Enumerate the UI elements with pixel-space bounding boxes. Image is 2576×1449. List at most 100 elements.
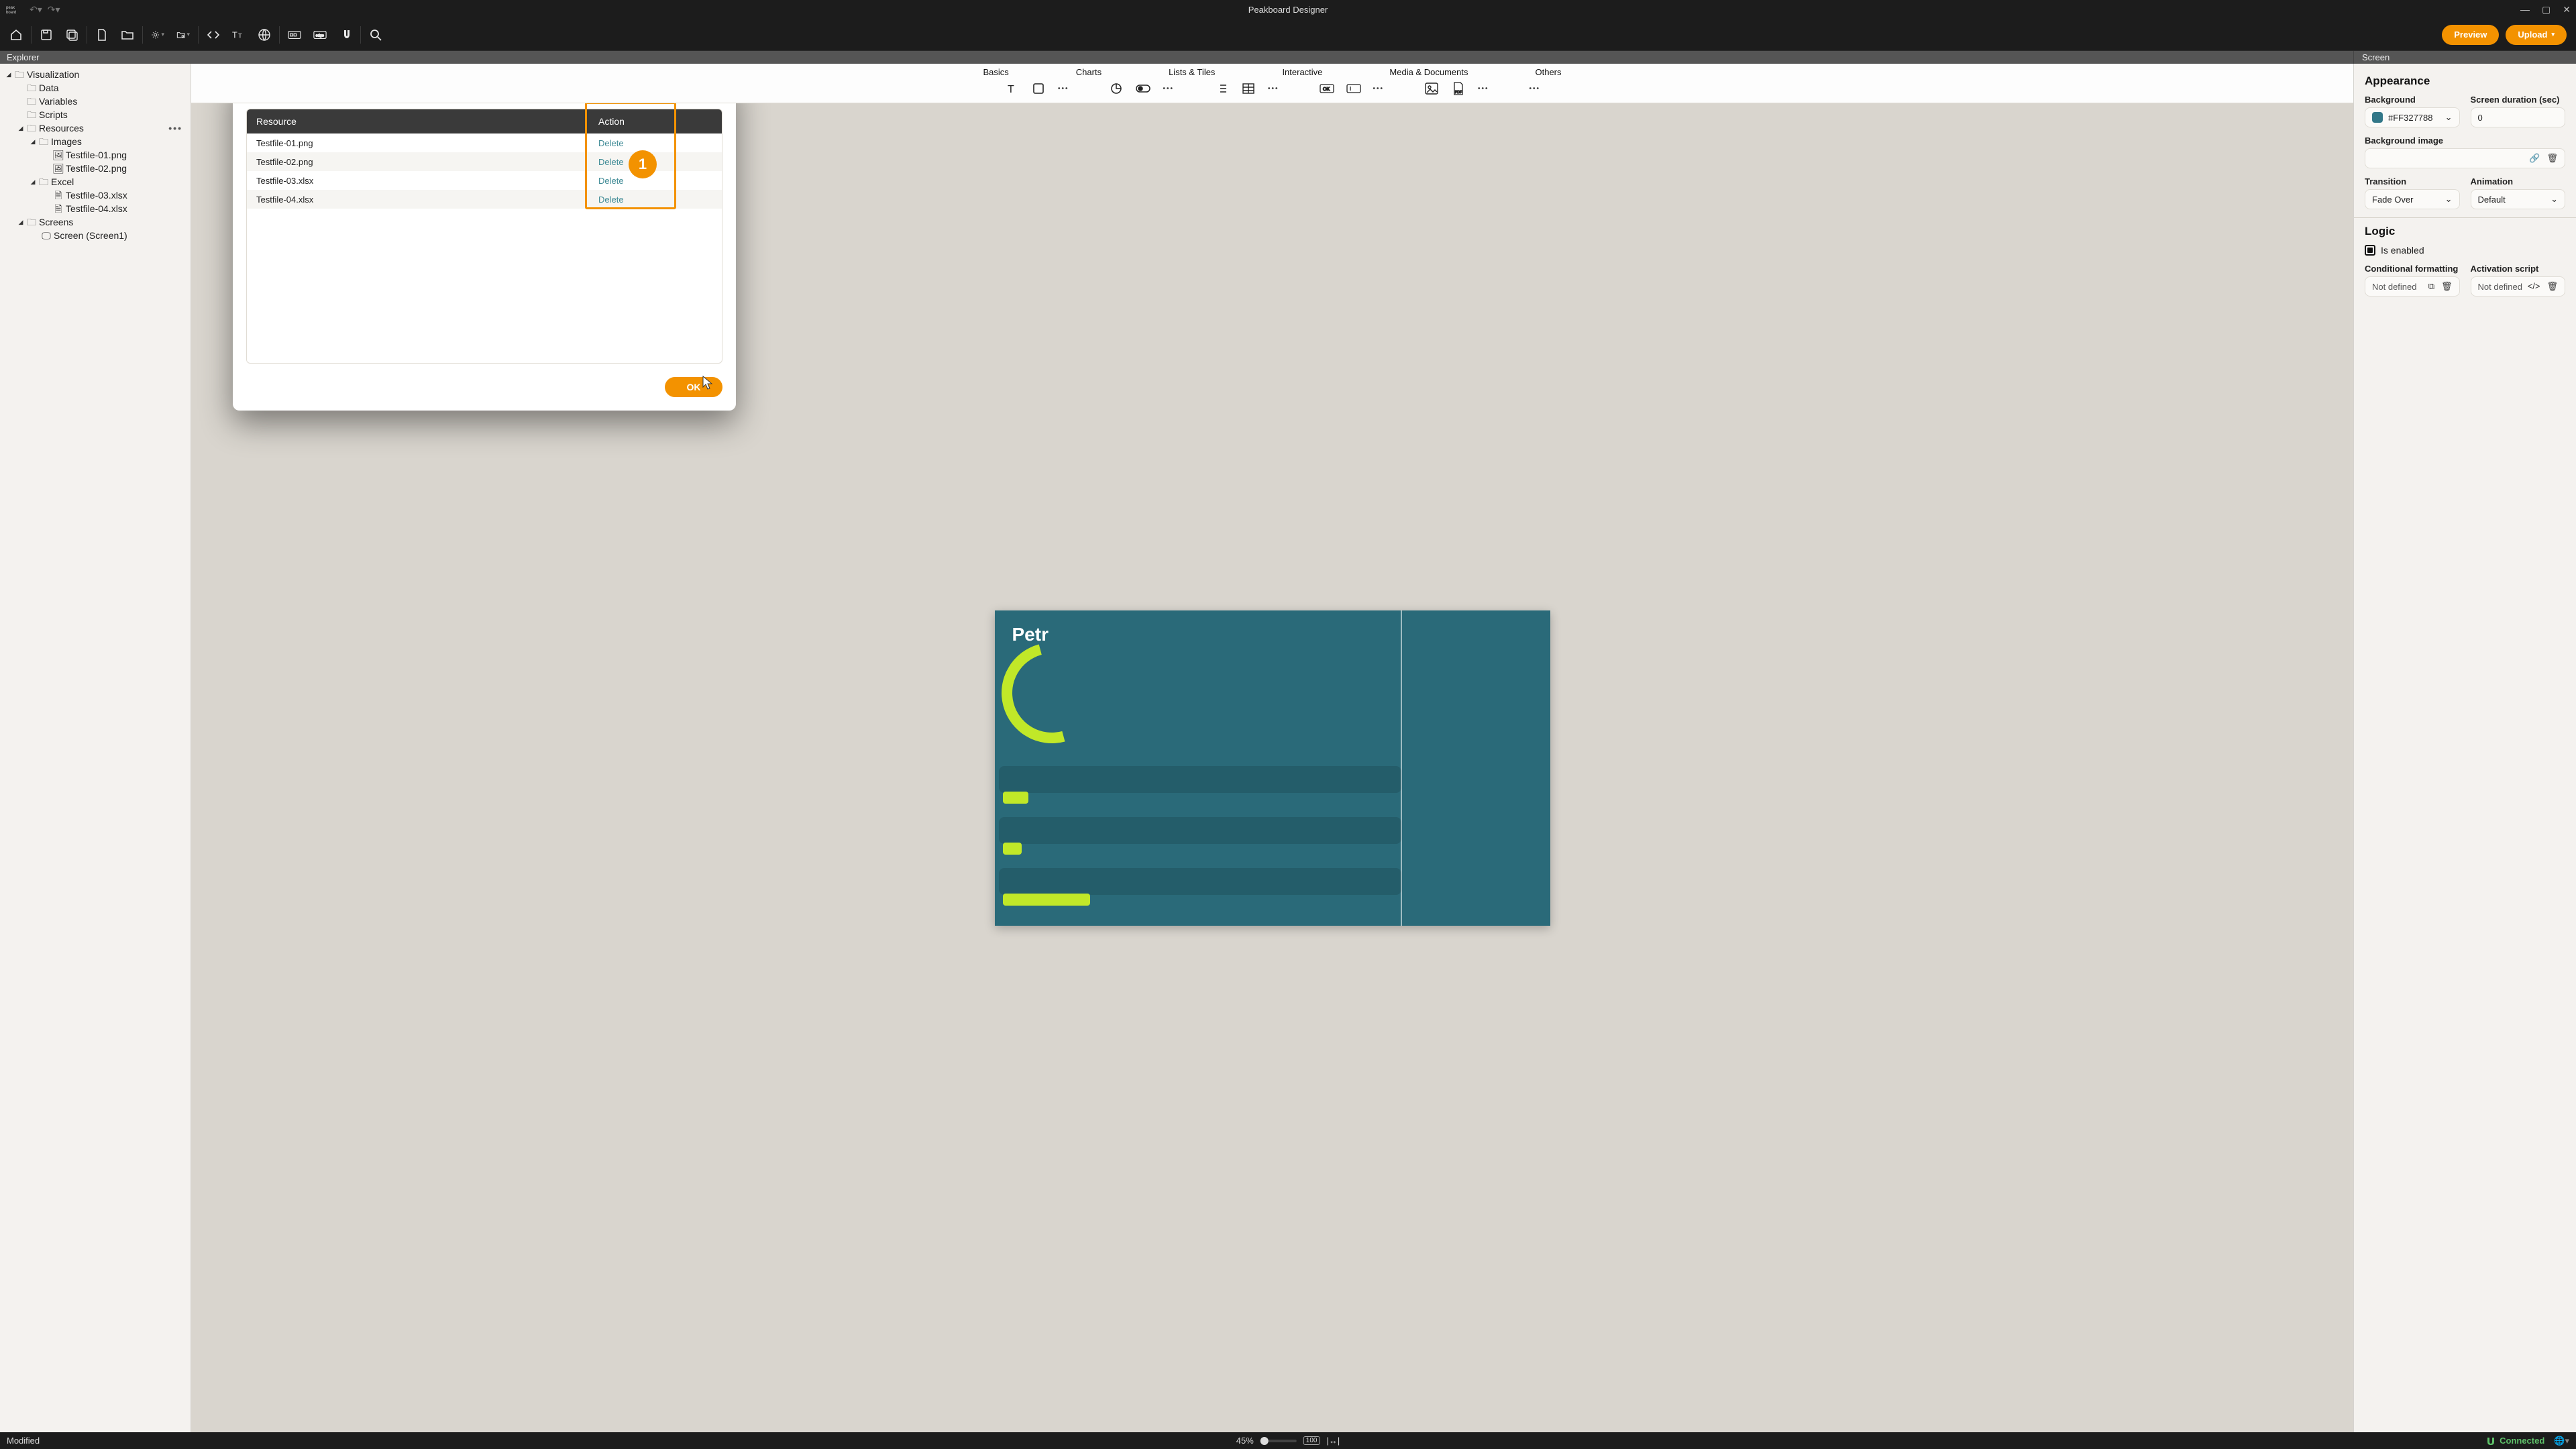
- trash-icon[interactable]: 🗑: [2546, 281, 2558, 292]
- button-ok-icon[interactable]: OK: [1320, 81, 1334, 96]
- canvas-area[interactable]: Petr Unused resources ✕: [191, 103, 2353, 1432]
- settings-gear-icon[interactable]: ▾: [151, 28, 164, 42]
- condfmt-field[interactable]: Not defined ⧉ 🗑: [2365, 276, 2460, 297]
- tree-node-variables[interactable]: 🗀Variables: [3, 95, 188, 108]
- minimize-icon[interactable]: —: [2520, 4, 2530, 15]
- app-title: Peakboard Designer: [1248, 5, 1328, 15]
- background-color-field[interactable]: #FF327788 ⌄: [2365, 107, 2460, 127]
- grid-icon[interactable]: [1241, 81, 1256, 96]
- more-icon[interactable]: •••: [1478, 85, 1489, 93]
- bgimage-label: Background image: [2365, 136, 2565, 146]
- title-bar: peakboard ↶▾ ↷▾ Peakboard Designer — ▢ ✕: [0, 0, 2576, 19]
- tree-node-excel[interactable]: ◢🗀Excel: [3, 175, 188, 189]
- tree-node-image-2[interactable]: 🖼Testfile-02.png: [3, 162, 188, 175]
- folder-icon: 🗀: [38, 175, 50, 189]
- globe-icon[interactable]: [258, 28, 271, 42]
- more-icon[interactable]: •••: [1268, 85, 1279, 93]
- ok-button[interactable]: OK: [665, 377, 722, 397]
- ribbon-tab-charts[interactable]: Charts: [1076, 67, 1102, 77]
- search-icon[interactable]: [369, 28, 382, 42]
- pie-chart-icon[interactable]: [1109, 81, 1124, 96]
- bar-widget: [1003, 792, 1028, 804]
- tree-node-xlsx-2[interactable]: 🗎Testfile-04.xlsx: [3, 202, 188, 215]
- connection-status[interactable]: Connected: [2486, 1436, 2544, 1446]
- animation-field[interactable]: Default⌄: [2471, 189, 2566, 209]
- chevron-down-icon: ⌄: [2445, 194, 2453, 205]
- row-slot: [999, 817, 1401, 844]
- input-icon[interactable]: [1346, 81, 1361, 96]
- more-icon[interactable]: •••: [1058, 85, 1069, 93]
- tree-node-screen1[interactable]: 🖵Screen (Screen1): [3, 229, 188, 242]
- tree-node-xlsx-1[interactable]: 🗎Testfile-03.xlsx: [3, 189, 188, 202]
- delete-link[interactable]: Delete: [598, 176, 624, 186]
- fit-width-icon[interactable]: |↔|: [1326, 1436, 1340, 1446]
- explorer-header: Explorer: [0, 51, 191, 64]
- zoom-100-icon[interactable]: 100: [1303, 1436, 1320, 1445]
- resources-folder-icon[interactable]: ▾: [176, 28, 190, 42]
- artboard[interactable]: Petr: [995, 610, 1550, 926]
- redo-icon[interactable]: ↷▾: [48, 4, 60, 15]
- upload-button[interactable]: Upload▾: [2506, 25, 2567, 45]
- svg-text:T: T: [1008, 84, 1014, 95]
- pdf-icon[interactable]: PDF: [1451, 81, 1466, 96]
- zoom-slider[interactable]: [1260, 1440, 1297, 1442]
- chevron-down-icon: ⌄: [2445, 112, 2453, 123]
- tree-node-screens[interactable]: ◢🗀Screens: [3, 215, 188, 229]
- undo-icon[interactable]: ↶▾: [30, 4, 42, 15]
- delete-link[interactable]: Delete: [598, 195, 624, 205]
- tree-node-scripts[interactable]: 🗀Scripts: [3, 108, 188, 121]
- ribbon-tab-lists[interactable]: Lists & Tiles: [1169, 67, 1215, 77]
- col-header-action: Action: [598, 116, 712, 127]
- ribbon-tab-media[interactable]: Media & Documents: [1389, 67, 1468, 77]
- maximize-icon[interactable]: ▢: [2542, 4, 2551, 15]
- activation-field[interactable]: Not defined </> 🗑: [2471, 276, 2566, 297]
- more-icon[interactable]: •••: [1373, 85, 1385, 93]
- svg-text:board: board: [6, 11, 16, 15]
- transition-field[interactable]: Fade Over⌄: [2365, 189, 2460, 209]
- tree-node-visualization[interactable]: ◢🗀Visualization: [3, 68, 188, 81]
- badge1-icon[interactable]: [288, 28, 301, 42]
- edit-script-icon[interactable]: ⧉: [2428, 281, 2434, 292]
- ribbon-tab-basics[interactable]: Basics: [983, 67, 1008, 77]
- trash-icon[interactable]: 🗑: [2546, 153, 2558, 164]
- badge2-icon[interactable]: edge: [313, 28, 327, 42]
- tree-node-images[interactable]: ◢🗀Images: [3, 135, 188, 148]
- link-icon[interactable]: 🔗: [2529, 153, 2540, 164]
- new-file-icon[interactable]: [95, 28, 109, 42]
- node-menu-icon[interactable]: •••: [168, 121, 182, 135]
- language-icon[interactable]: 🌐▾: [2554, 1436, 2569, 1446]
- list-icon[interactable]: [1214, 81, 1229, 96]
- more-icon[interactable]: •••: [1529, 85, 1541, 93]
- more-icon[interactable]: •••: [1163, 85, 1174, 93]
- bgimage-field[interactable]: 🔗 🗑: [2365, 148, 2565, 168]
- toggle-icon[interactable]: [1136, 81, 1150, 96]
- panel-header-strip: Explorer Screen: [0, 51, 2576, 64]
- tree-node-resources[interactable]: ◢🗀Resources•••: [3, 121, 188, 135]
- trash-icon[interactable]: 🗑: [2441, 281, 2453, 292]
- preview-button[interactable]: Preview: [2442, 25, 2499, 45]
- open-folder-icon[interactable]: [121, 28, 134, 42]
- cursor-icon: [702, 376, 713, 390]
- delete-link[interactable]: Delete: [598, 138, 624, 148]
- image-media-icon[interactable]: [1424, 81, 1439, 96]
- save-icon[interactable]: [40, 28, 53, 42]
- unused-resources-modal: Unused resources ✕ Resource Action Testf…: [233, 103, 736, 411]
- code-icon[interactable]: [207, 28, 220, 42]
- text-control-icon[interactable]: T: [1004, 81, 1019, 96]
- delete-link[interactable]: Delete: [598, 157, 624, 167]
- svg-text:T: T: [238, 32, 242, 39]
- font-icon[interactable]: TT: [232, 28, 246, 42]
- tree-node-data[interactable]: 🗀Data: [3, 81, 188, 95]
- save-all-icon[interactable]: [65, 28, 78, 42]
- home-icon[interactable]: [9, 28, 23, 42]
- ribbon-tab-interactive[interactable]: Interactive: [1282, 67, 1322, 77]
- rect-control-icon[interactable]: [1031, 81, 1046, 96]
- code-icon[interactable]: </>: [2528, 281, 2540, 292]
- artboard-heading: Petr: [1012, 624, 1049, 645]
- ribbon-tab-others[interactable]: Others: [1535, 67, 1561, 77]
- is-enabled-checkbox[interactable]: [2365, 245, 2375, 256]
- hub-icon[interactable]: [339, 28, 352, 42]
- tree-node-image-1[interactable]: 🖼Testfile-01.png: [3, 148, 188, 162]
- close-icon[interactable]: ✕: [2563, 4, 2571, 15]
- duration-field[interactable]: 0: [2471, 107, 2566, 127]
